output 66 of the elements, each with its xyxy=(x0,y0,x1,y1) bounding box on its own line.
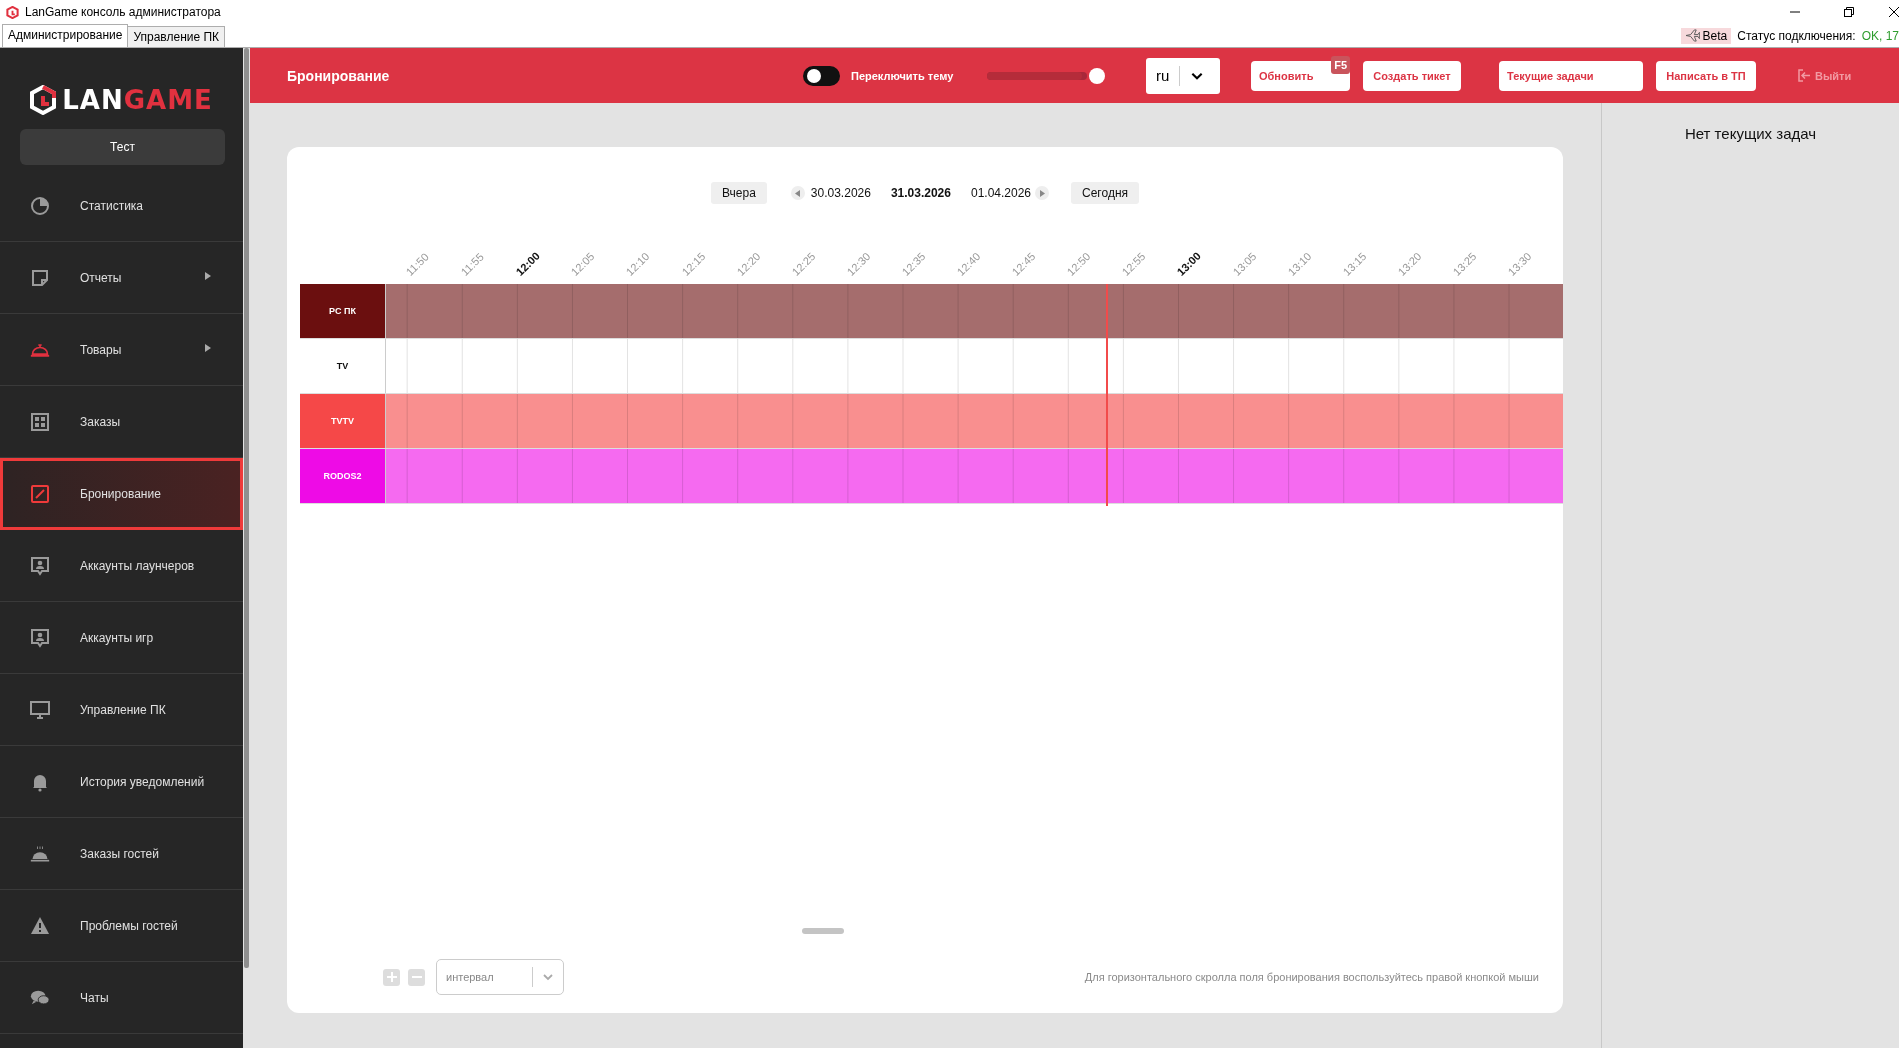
sidebar-item[interactable]: Аккаунты игр xyxy=(0,602,243,674)
connection-status-value: OK, 17 xyxy=(1861,28,1899,43)
warning-icon xyxy=(30,915,50,936)
pie-chart-icon xyxy=(30,195,50,216)
theme-toggle[interactable] xyxy=(803,65,840,86)
logout-icon xyxy=(1798,69,1811,82)
monitor-icon xyxy=(30,699,50,720)
user-card-icon xyxy=(30,555,50,576)
caret-right-icon xyxy=(1039,189,1046,197)
scroll-hint: Для горизонтального скролла поля бронирования воспользуйтесь правой кнопкой мыши xyxy=(1084,971,1539,983)
sidebar-item[interactable]: Отчеты xyxy=(0,242,243,314)
club-button[interactable]: Тест xyxy=(20,129,225,165)
resource-label: RODOS2 xyxy=(300,449,386,503)
app-tab[interactable]: Администрирование xyxy=(2,24,129,47)
booking-row[interactable] xyxy=(386,449,1563,503)
note-icon xyxy=(30,267,50,288)
sidebar-item[interactable]: Аккаунты лаунчеров xyxy=(0,530,243,602)
sidebar-item[interactable]: История уведомлений xyxy=(0,746,243,818)
previous-date-button[interactable] xyxy=(790,186,805,200)
date-option[interactable]: 31.03.2026 xyxy=(890,186,951,200)
window-title: LanGame консоль администратора xyxy=(25,5,221,19)
slider-thumb[interactable] xyxy=(1089,67,1105,84)
caret-left-icon xyxy=(794,189,801,197)
app-logo-icon xyxy=(6,5,19,19)
date-option[interactable]: 01.04.2026 xyxy=(970,186,1032,200)
date-option[interactable]: 30.03.2026 xyxy=(810,186,871,200)
yesterday-button[interactable]: Вчера xyxy=(710,182,767,204)
header-button[interactable]: Написать в ТП xyxy=(1656,60,1756,91)
restore-icon[interactable] xyxy=(1844,7,1854,17)
sidebar-item[interactable]: Бронирование xyxy=(0,458,243,530)
header-button[interactable]: Создать тикет xyxy=(1363,60,1461,91)
plus-icon xyxy=(386,972,397,982)
sidebar-item[interactable]: Управление ПК xyxy=(0,674,243,746)
sidebar-item[interactable]: Заказы гостей xyxy=(0,818,243,890)
scroll-handle[interactable] xyxy=(802,928,844,934)
user-card-icon xyxy=(30,627,50,648)
close-icon[interactable] xyxy=(1889,7,1899,17)
resource-label: PC ПК xyxy=(300,284,386,338)
shortcut-badge: F5 xyxy=(1331,55,1350,74)
today-button[interactable]: Сегодня xyxy=(1071,182,1140,204)
zoom-out-button[interactable] xyxy=(408,968,425,986)
logo-icon xyxy=(30,85,57,115)
booking-row[interactable] xyxy=(386,394,1563,448)
language-select[interactable]: ru xyxy=(1146,57,1220,94)
chevron-down-icon xyxy=(542,971,554,983)
sidebar-item[interactable]: Статистика xyxy=(0,170,243,242)
sidebar-item[interactable]: Товары xyxy=(0,314,243,386)
logo-text: LANGAME xyxy=(62,85,213,115)
grid-icon xyxy=(30,411,50,432)
sidebar-item[interactable]: Чаты xyxy=(0,962,243,1034)
interval-select[interactable]: интервал xyxy=(436,959,564,995)
scrollbar-thumb[interactable] xyxy=(244,48,249,968)
airplane-icon xyxy=(1684,29,1700,42)
beta-label: Beta xyxy=(1702,28,1728,43)
app-tab[interactable]: Управление ПК xyxy=(127,26,226,47)
theme-toggle-label: Переключить тему xyxy=(851,69,955,82)
page-title: Бронирование xyxy=(287,67,391,84)
zoom-in-button[interactable] xyxy=(383,968,400,986)
header-button[interactable]: Текущие задачи xyxy=(1499,60,1643,91)
resource-label: TVTV xyxy=(300,394,386,448)
slash-square-icon xyxy=(30,484,50,504)
booking-row[interactable] xyxy=(386,284,1563,338)
connection-status-label: Статус подключения: xyxy=(1737,28,1856,43)
sidebar-item[interactable]: Проблемы гостей xyxy=(0,890,243,962)
next-date-button[interactable] xyxy=(1035,186,1050,200)
empty-tasks-message: Нет текущих задач xyxy=(1684,125,1817,142)
